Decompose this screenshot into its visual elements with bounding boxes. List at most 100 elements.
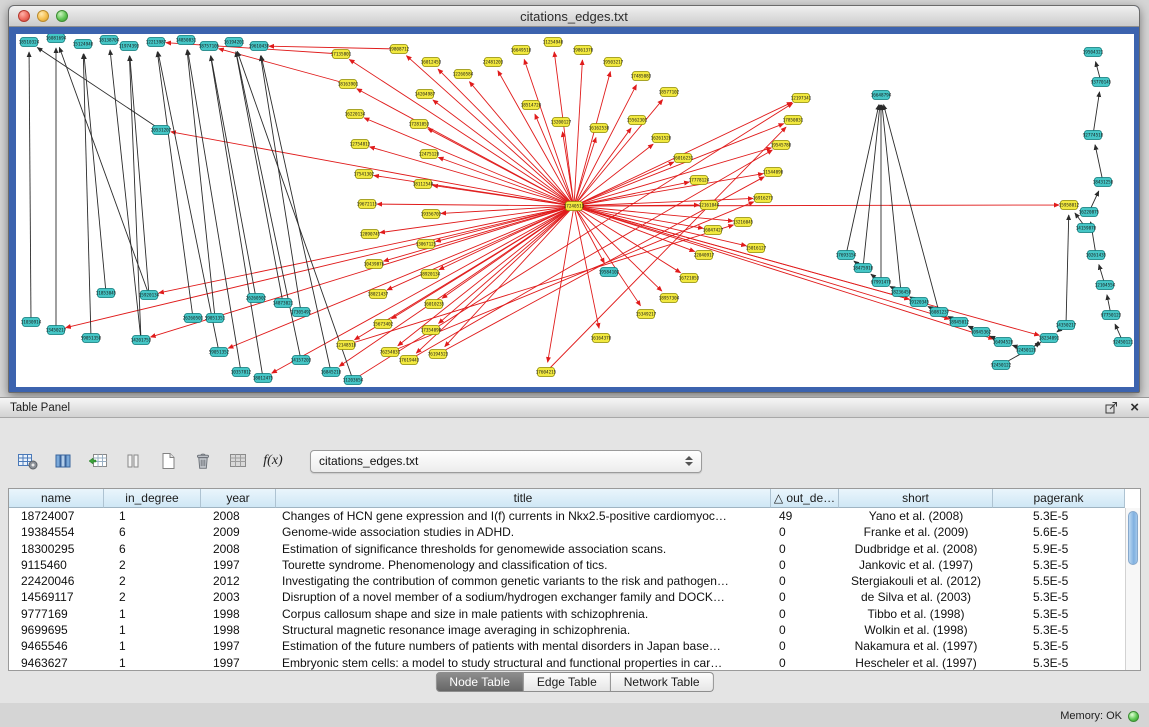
float-panel-icon[interactable]	[1105, 401, 1118, 414]
graph-node[interactable]: 92450122	[991, 361, 1012, 370]
graph-node[interactable]: 76194523	[428, 350, 449, 359]
graph-node[interactable]: 14350217	[1056, 321, 1077, 330]
graph-node[interactable]: 92450120	[1016, 346, 1037, 355]
graph-node[interactable]: 26260501	[183, 314, 204, 323]
graph-node[interactable]: 18012475	[253, 374, 274, 383]
network-canvas[interactable]: 17135801 18163901 16220134 12754813 17541302…	[16, 34, 1134, 387]
graph-node[interactable]: 17281053	[409, 120, 430, 129]
window-titlebar[interactable]: citations_edges.txt	[9, 6, 1139, 27]
graph-node[interactable]: 59051350	[81, 334, 102, 343]
graph-node[interactable]: 16012453	[421, 58, 442, 67]
column-header-6[interactable]: pagerank	[993, 489, 1125, 508]
graph-node[interactable]: 12754813	[350, 140, 371, 149]
column-header-1[interactable]: in_degree	[104, 489, 201, 508]
graph-node[interactable]: 12148510	[336, 341, 357, 350]
graph-node[interactable]: 19545780	[771, 141, 792, 150]
graph-node[interactable]: 16845210	[321, 368, 342, 377]
column-header-0[interactable]: name	[9, 489, 104, 508]
graph-node[interactable]: 10357812	[231, 368, 252, 377]
table-row[interactable]: 2242004622012Investigating the contribut…	[9, 573, 1125, 589]
zoom-window-button[interactable]	[56, 10, 68, 22]
graph-node[interactable]: 12161044	[699, 201, 720, 210]
table-row[interactable]: 946362711997Embryonic stem cells: a mode…	[9, 655, 1125, 670]
graph-node[interactable]: 93770145	[1091, 78, 1112, 87]
table-row[interactable]: 1872400712008Changes of HCN gene express…	[9, 508, 1125, 524]
table-row[interactable]: 969969511998Structural magnetic resonanc…	[9, 622, 1125, 638]
graph-node[interactable]: 18163901	[338, 80, 359, 89]
table-row[interactable]: 946554611997Estimation of the future num…	[9, 638, 1125, 654]
graph-node[interactable]: 18510324	[19, 38, 40, 47]
graph-node[interactable]: 17850831	[783, 116, 804, 125]
graph-node[interactable]: 18577102	[659, 88, 680, 97]
new-column-icon[interactable]	[86, 449, 110, 473]
tab-node-table[interactable]: Node Table	[435, 672, 524, 692]
graph-node[interactable]: 16220134	[345, 110, 366, 119]
graph-node[interactable]: 10945362	[971, 328, 992, 337]
graph-node[interactable]: 76254031	[380, 348, 401, 357]
network-graph[interactable]: 17135801 18163901 16220134 12754813 17541302…	[16, 34, 1134, 387]
graph-node[interactable]: 18757105	[199, 42, 220, 51]
function-builder-icon[interactable]: f(x)	[261, 449, 285, 473]
graph-node[interactable]: 15124940	[73, 40, 94, 49]
graph-node[interactable]: 10439876	[364, 260, 385, 269]
graph-node[interactable]: 12475120	[419, 150, 440, 159]
import-table-icon[interactable]	[226, 449, 250, 473]
graph-node[interactable]: 11974393	[119, 42, 140, 51]
graph-node[interactable]: 17240513	[564, 202, 585, 211]
graph-node[interactable]: 11254940	[543, 38, 564, 47]
graph-node[interactable]: 17541302	[354, 170, 375, 179]
graph-node[interactable]: 14850831	[176, 36, 197, 45]
graph-node[interactable]: 16220875	[1079, 208, 1100, 217]
graph-node[interactable]: 16010235	[424, 300, 445, 309]
scrollbar-thumb[interactable]	[1128, 511, 1138, 565]
graph-node[interactable]: 15349217	[636, 310, 657, 319]
graph-node[interactable]: 92774510	[1083, 131, 1104, 140]
graph-node[interactable]: 20531207	[151, 126, 172, 135]
graph-node[interactable]: 14201753	[131, 336, 152, 345]
graph-node[interactable]: 17305492	[291, 308, 312, 317]
graph-node[interactable]: 18236450	[891, 288, 912, 297]
graph-node[interactable]: 16047427	[703, 226, 724, 235]
graph-node[interactable]: 16081694	[46, 34, 67, 43]
graph-node[interactable]: 12260584	[453, 70, 474, 79]
graph-node[interactable]: 22481203	[483, 58, 504, 67]
graph-node[interactable]: 10261435	[1086, 251, 1107, 260]
graph-node[interactable]: 18514720	[521, 101, 542, 110]
close-panel-icon[interactable]: ×	[1130, 401, 1139, 415]
graph-node[interactable]: 13216045	[733, 218, 754, 227]
graph-node[interactable]: 19808712	[389, 45, 410, 54]
graph-node[interactable]: 12197341	[791, 94, 812, 103]
graph-node[interactable]: 67750123	[1101, 311, 1122, 320]
graph-node[interactable]: 22040917	[694, 251, 715, 260]
graph-node[interactable]: 13067125	[416, 240, 437, 249]
graph-node[interactable]: 14157203	[291, 356, 312, 365]
graph-node[interactable]: 12890745	[360, 230, 381, 239]
graph-node[interactable]: 16916273	[753, 194, 774, 203]
graph-node[interactable]: 16164370	[591, 334, 612, 343]
graph-node[interactable]: 14873021	[273, 299, 294, 308]
graph-node[interactable]: 16016231	[673, 154, 694, 163]
graph-node[interactable]: 19120345	[909, 298, 930, 307]
graph-node[interactable]: 15673402	[373, 320, 394, 329]
graph-node[interactable]: 92450121	[1113, 338, 1134, 347]
graph-node[interactable]: 17135801	[331, 50, 352, 59]
graph-node[interactable]: 17485083	[631, 72, 652, 81]
column-header-5[interactable]: short	[839, 489, 993, 508]
graph-node[interactable]: 18475910	[853, 264, 874, 273]
graph-node[interactable]: 16494520	[993, 338, 1014, 347]
table-scrollbar[interactable]	[1125, 508, 1140, 670]
column-header-2[interactable]: year	[201, 489, 276, 508]
graph-node[interactable]: 17693154	[836, 251, 857, 260]
graph-node[interactable]: 15958012	[1059, 201, 1080, 210]
graph-node[interactable]: 67991470	[871, 278, 892, 287]
graph-node[interactable]: 16081237	[929, 308, 950, 317]
graph-node[interactable]: 19504321	[1083, 48, 1104, 57]
graph-node[interactable]: 11203654	[343, 376, 364, 385]
graph-node[interactable]: 12213987	[146, 38, 167, 47]
graph-node[interactable]: 19861370	[573, 46, 594, 55]
close-window-button[interactable]	[18, 10, 30, 22]
graph-node[interactable]: 17778124	[689, 176, 710, 185]
graph-node[interactable]: 13450217	[46, 326, 67, 335]
table-row[interactable]: 1830029562008Estimation of significance …	[9, 541, 1125, 557]
graph-node[interactable]: 16194201	[224, 38, 245, 47]
